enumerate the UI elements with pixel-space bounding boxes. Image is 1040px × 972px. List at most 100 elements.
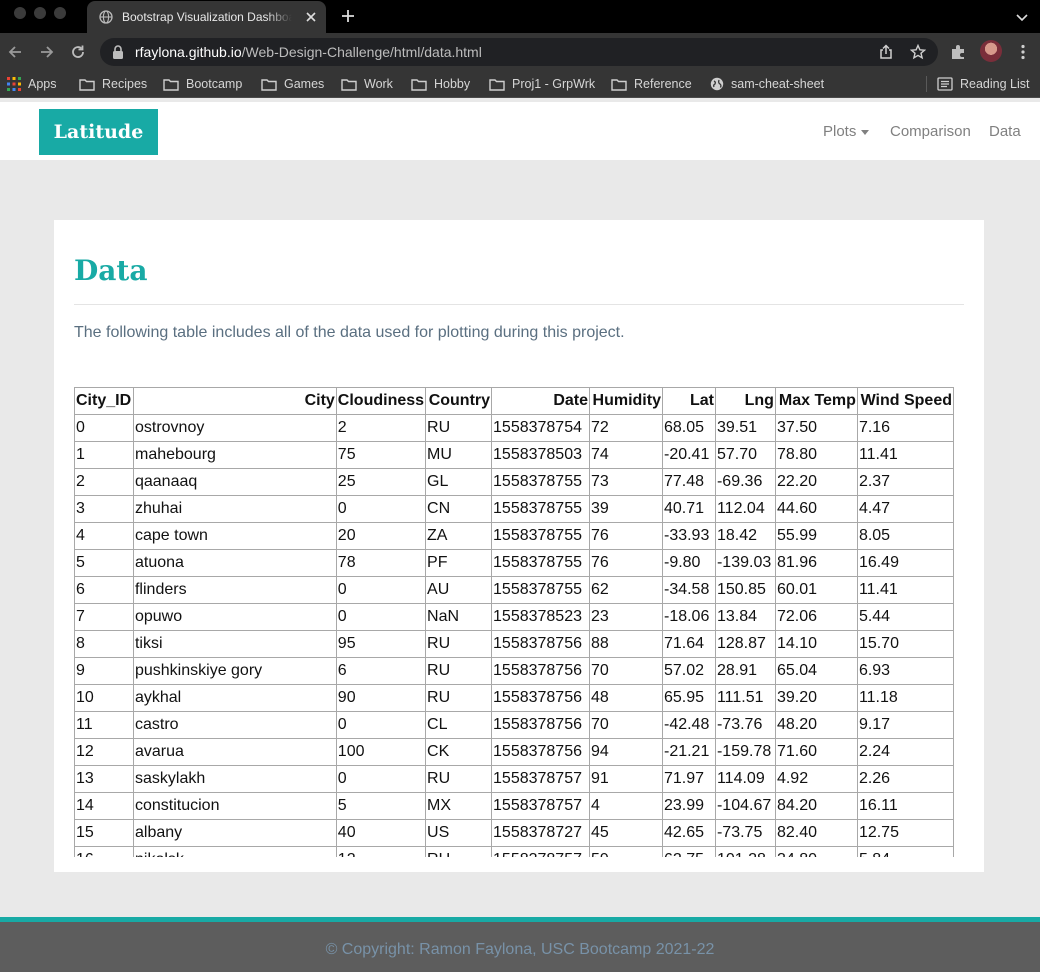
table-cell: RU	[425, 414, 493, 442]
address-bar[interactable]: rfaylona.github.io/Web-Design-Challenge/…	[100, 38, 938, 66]
brand-logo[interactable]: Latitude	[39, 109, 158, 155]
window-zoom-dot[interactable]	[54, 7, 66, 19]
table-cell: 71.64	[661, 630, 716, 658]
table-cell: 0	[74, 414, 134, 442]
extensions-puzzle-icon[interactable]	[949, 43, 967, 61]
bookmark-folder-games[interactable]: Games	[261, 76, 324, 92]
col-header-max-temp: Max Temp	[774, 387, 858, 415]
bookmark-folder-proj1[interactable]: Proj1 - GrpWrk	[489, 76, 595, 92]
close-icon[interactable]	[303, 9, 319, 25]
table-cell: 14.10	[774, 630, 858, 658]
table-row: 13 saskylakh 0 RU 1558378757 91 71.97 114.09 4.9…	[74, 765, 954, 793]
col-header-date: Date	[491, 387, 590, 415]
table-row: 5 atuona 78 PF 1558378755 76 -9.80 -139.03 81.96…	[74, 549, 954, 577]
nav-data-link[interactable]: Data	[989, 123, 1021, 140]
table-cell: 6.93	[856, 657, 954, 685]
back-arrow-icon[interactable]	[6, 43, 24, 61]
table-cell: 81.96	[774, 549, 858, 577]
table-cell: 34.80	[774, 846, 858, 857]
table-cell: 12	[335, 846, 427, 857]
table-cell: 1558378503	[491, 441, 590, 469]
reading-list-button[interactable]: Reading List	[937, 76, 1030, 92]
table-row: 7 opuwo 0 NaN 1558378523 23 -18.06 13.84 72.06 5.…	[74, 603, 954, 631]
col-header-wind-speed: Wind Speed	[856, 387, 954, 415]
table-cell: 112.04	[714, 495, 776, 523]
table-cell: 55.99	[774, 522, 858, 550]
page-description: The following table includes all of the …	[74, 324, 625, 341]
site-footer: © Copyright: Ramon Faylona, USC Bootcamp…	[0, 922, 1040, 972]
folder-icon	[341, 78, 357, 91]
data-table-scroll[interactable]: City_ID City Cloudiness Country Date Hum…	[74, 387, 954, 857]
profile-avatar[interactable]	[980, 40, 1002, 62]
table-cell: 128.87	[714, 630, 776, 658]
browser-tab-strip: Bootstrap Visualization Dashboard	[0, 0, 1040, 33]
bookmark-folder-hobby[interactable]: Hobby	[411, 76, 470, 92]
table-cell: 16.49	[856, 549, 954, 577]
table-cell: 4	[589, 792, 663, 820]
folder-icon	[411, 78, 427, 91]
table-cell: 3	[74, 495, 134, 523]
table-cell: 72	[589, 414, 663, 442]
star-icon[interactable]	[910, 44, 926, 60]
bookmark-folder-work[interactable]: Work	[341, 76, 393, 92]
nav-plots-dropdown[interactable]: Plots	[823, 123, 870, 140]
table-header-row: City_ID City Cloudiness Country Date Hum…	[74, 387, 954, 415]
bookmark-folder-reference[interactable]: Reference	[611, 76, 692, 92]
table-cell: 62	[589, 576, 663, 604]
table-cell: constitucion	[132, 792, 337, 820]
new-tab-plus-icon[interactable]	[340, 8, 356, 24]
table-cell: 94	[589, 738, 663, 766]
globe-icon	[99, 10, 113, 24]
nav-comparison-link[interactable]: Comparison	[890, 123, 971, 140]
folder-icon	[163, 78, 179, 91]
table-row: 16nikolsk12RU15583787575962.75101.2834.8…	[74, 846, 954, 857]
table-cell: 2.24	[856, 738, 954, 766]
bookmark-label: Bootcamp	[186, 77, 243, 91]
bookmark-folder-bootcamp[interactable]: Bootcamp	[163, 76, 242, 92]
table-cell: 111.51	[714, 684, 776, 712]
table-cell: 70	[589, 711, 663, 739]
share-icon[interactable]	[878, 44, 894, 60]
table-cell: -104.67	[714, 792, 776, 820]
table-cell: 62.75	[661, 846, 716, 857]
bookmark-apps[interactable]: Apps	[7, 76, 57, 92]
table-cell: 1558378727	[491, 819, 590, 847]
table-cell: 39	[589, 495, 663, 523]
table-cell: 0	[335, 495, 427, 523]
table-cell: 8	[74, 630, 134, 658]
table-cell: 68.05	[661, 414, 716, 442]
table-row: 1 mahebourg 75 MU 1558378503 74 -20.41 57.70 78.…	[74, 441, 954, 469]
table-cell: flinders	[132, 576, 337, 604]
chevron-down-icon[interactable]	[1014, 9, 1030, 25]
col-header-lng: Lng	[714, 387, 776, 415]
table-cell: 1558378755	[491, 522, 590, 550]
bookmark-sam-cheat-sheet[interactable]: sam-cheat-sheet	[710, 76, 824, 92]
table-cell: PF	[425, 549, 493, 577]
table-cell: RU	[425, 657, 493, 685]
table-cell: atuona	[132, 549, 337, 577]
window-close-dot[interactable]	[14, 7, 26, 19]
caret-down-icon	[861, 129, 870, 135]
forward-arrow-icon[interactable]	[38, 43, 56, 61]
table-row: 4 cape town 20 ZA 1558378755 76 -33.93 18.42 55.…	[74, 522, 954, 550]
table-cell: CN	[425, 495, 493, 523]
col-header-humidity: Humidity	[589, 387, 663, 415]
reload-icon[interactable]	[69, 43, 87, 61]
data-table: City_ID City Cloudiness Country Date Hum…	[74, 387, 954, 857]
table-cell: 6	[74, 576, 134, 604]
table-cell: 20	[335, 522, 427, 550]
browser-tab-active[interactable]: Bootstrap Visualization Dashboard	[87, 1, 326, 33]
table-cell: 57.70	[714, 441, 776, 469]
table-cell: 71.97	[661, 765, 716, 793]
table-cell: 65.95	[661, 684, 716, 712]
bookmark-folder-recipes[interactable]: Recipes	[79, 76, 147, 92]
table-cell: tiksi	[132, 630, 337, 658]
table-cell: -139.03	[714, 549, 776, 577]
table-cell: 84.20	[774, 792, 858, 820]
table-cell: 1558378755	[491, 468, 590, 496]
window-minimize-dot[interactable]	[34, 7, 46, 19]
more-vertical-icon[interactable]	[1014, 43, 1032, 61]
table-cell: RU	[425, 630, 493, 658]
table-cell: 25	[335, 468, 427, 496]
col-header-cloudiness: Cloudiness	[335, 387, 427, 415]
